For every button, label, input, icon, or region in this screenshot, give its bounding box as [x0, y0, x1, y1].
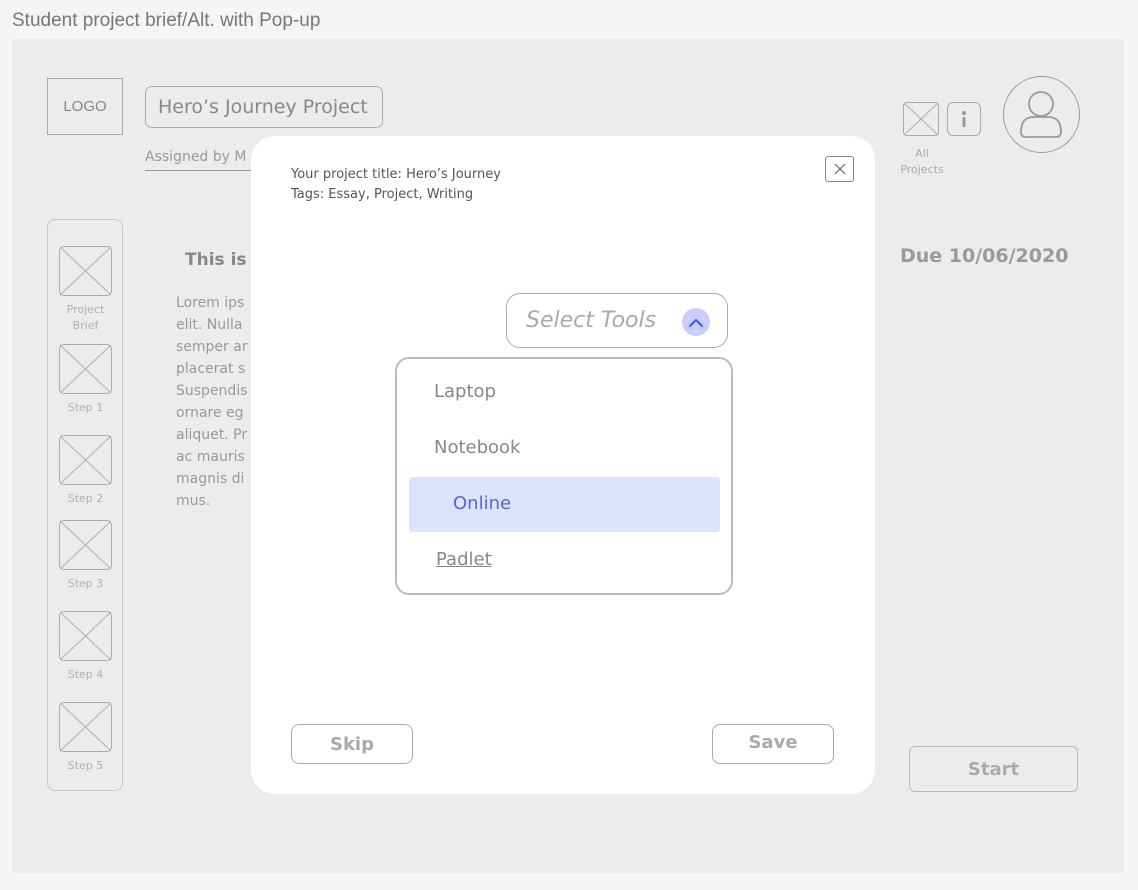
- placeholder-image-icon: [59, 435, 112, 485]
- option-laptop[interactable]: Laptop: [434, 381, 496, 402]
- brief-line: elit. Nulla: [176, 317, 243, 333]
- sidebar-item-label: Step 5: [67, 759, 104, 772]
- sidebar-item-step-5[interactable]: Step 5: [58, 702, 113, 774]
- sidebar-item-project-brief[interactable]: Project Brief: [58, 246, 113, 334]
- sidebar-item-label: Project Brief: [66, 303, 105, 332]
- skip-button[interactable]: Skip: [291, 724, 413, 764]
- brief-line: ornare eg: [176, 405, 244, 421]
- brief-line: ac mauris: [176, 449, 245, 465]
- brief-line: aliquet. Pr: [176, 427, 248, 443]
- sidebar-item-label: Step 4: [67, 668, 104, 681]
- user-avatar-icon[interactable]: [1003, 76, 1080, 153]
- close-button[interactable]: [825, 156, 854, 182]
- modal-project-tags: Tags: Essay, Project, Writing: [291, 187, 474, 202]
- sidebar-item-step-2[interactable]: Step 2: [58, 435, 113, 507]
- brief-line: mus.: [176, 493, 211, 509]
- modal-project-info: Your project title: Hero’s Journey Tags:…: [291, 165, 501, 205]
- frame-title: Student project brief/Alt. with Pop-up: [12, 10, 321, 31]
- tools-options-list: Laptop Notebook Online Padlet: [395, 357, 733, 595]
- sidebar-item-step-4[interactable]: Step 4: [58, 611, 113, 683]
- select-tools-dropdown[interactable]: Select Tools: [506, 293, 728, 348]
- brief-line: Suspendis: [176, 383, 248, 399]
- logo[interactable]: LOGO: [47, 78, 123, 135]
- brief-line: Lorem ips: [176, 295, 245, 311]
- brief-line: placerat s: [176, 361, 246, 377]
- placeholder-image-icon: [59, 702, 112, 752]
- placeholder-image-icon: [59, 611, 112, 661]
- sidebar-item-label: Step 2: [67, 492, 104, 505]
- brief-text: Lorem ips elit. Nulla semper ar placerat…: [176, 292, 256, 512]
- sidebar-item-step-1[interactable]: Step 1: [58, 344, 113, 416]
- steps-sidebar: Project Brief Step 1 Step 2 Step 3 Step …: [47, 219, 123, 791]
- brief-line: magnis di: [176, 471, 245, 487]
- sidebar-item-step-3[interactable]: Step 3: [58, 520, 113, 592]
- option-notebook[interactable]: Notebook: [434, 437, 520, 458]
- due-date: Due 10/06/2020: [900, 245, 1069, 267]
- start-button[interactable]: Start: [909, 746, 1078, 792]
- sidebar-item-label: Step 1: [67, 401, 104, 414]
- placeholder-image-icon: [59, 520, 112, 570]
- assigned-by-link[interactable]: Assigned by M: [145, 149, 265, 171]
- modal-project-title: Your project title: Hero’s Journey: [291, 167, 501, 182]
- info-icon[interactable]: [947, 102, 981, 136]
- close-icon: [834, 163, 845, 175]
- save-button[interactable]: Save: [712, 724, 834, 764]
- placeholder-image-icon: [59, 344, 112, 394]
- brief-heading: This is t: [185, 250, 255, 270]
- tools-modal: Your project title: Hero’s Journey Tags:…: [251, 136, 875, 794]
- sidebar-item-label: Step 3: [67, 577, 104, 590]
- option-padlet[interactable]: Padlet: [436, 549, 492, 570]
- chevron-up-icon[interactable]: [682, 308, 710, 336]
- all-projects-icon[interactable]: [903, 102, 939, 136]
- brief-line: semper ar: [176, 339, 248, 355]
- select-tools-placeholder: Select Tools: [526, 308, 657, 333]
- all-projects-label[interactable]: All Projects: [898, 146, 946, 178]
- project-title: Hero’s Journey Project: [145, 86, 383, 128]
- placeholder-image-icon: [59, 246, 112, 296]
- option-online[interactable]: Online: [453, 493, 511, 514]
